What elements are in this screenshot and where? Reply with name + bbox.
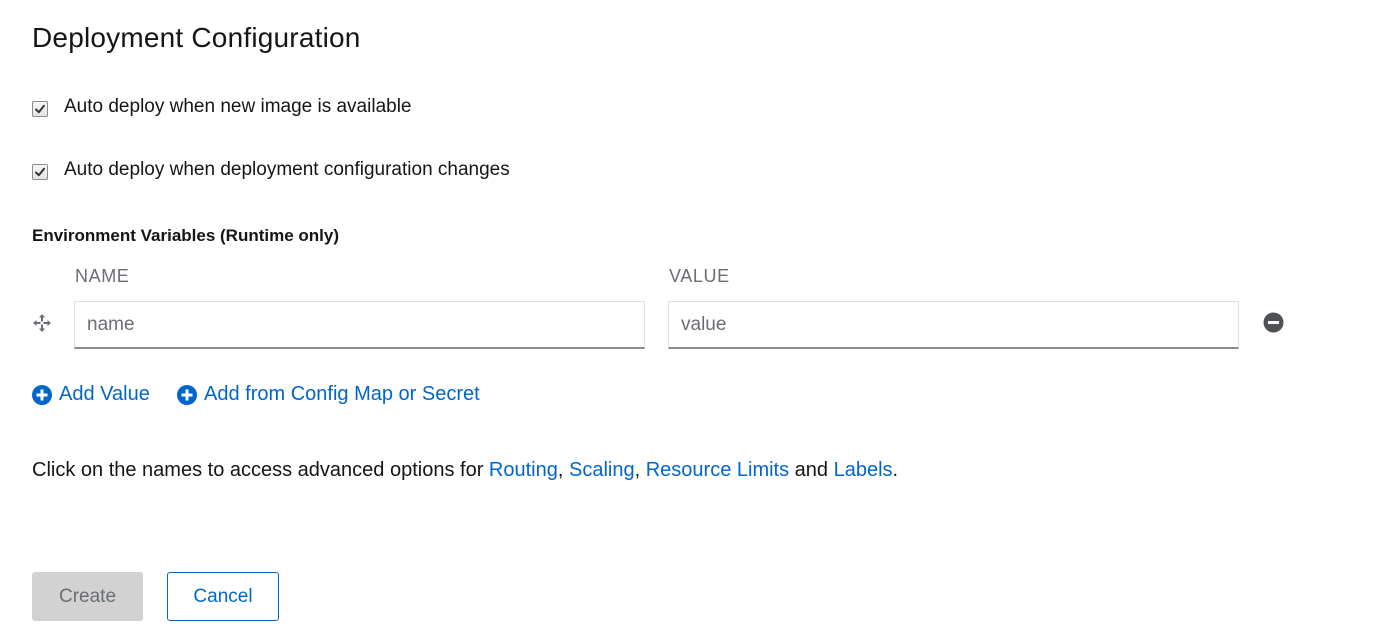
separator: , — [634, 459, 646, 481]
plus-circle-icon — [177, 384, 197, 405]
advanced-options-prefix: Click on the names to access advanced op… — [32, 459, 489, 481]
add-from-config-map-label: Add from Config Map or Secret — [204, 383, 480, 405]
deployment-configuration-panel: Deployment Configuration Auto deploy whe… — [0, 0, 1375, 628]
env-value-input[interactable] — [668, 301, 1239, 349]
auto-deploy-config-checkbox[interactable] — [32, 164, 48, 180]
auto-deploy-config-label: Auto deploy when deployment configuratio… — [64, 159, 510, 180]
drag-handle-icon[interactable] — [32, 313, 52, 333]
env-vars-heading: Environment Variables (Runtime only) — [32, 226, 340, 245]
add-value-label: Add Value — [59, 383, 150, 405]
checkmark-icon — [35, 104, 45, 114]
plus-circle-icon — [32, 384, 52, 405]
auto-deploy-image-checkbox-row[interactable]: Auto deploy when new image is available — [32, 96, 412, 118]
advanced-options-text: Click on the names to access advanced op… — [32, 459, 898, 482]
auto-deploy-image-checkbox[interactable] — [32, 101, 48, 117]
auto-deploy-config-checkbox-row[interactable]: Auto deploy when deployment configuratio… — [32, 159, 510, 181]
checkmark-icon — [35, 167, 45, 177]
env-name-column-header: NAME — [75, 266, 130, 286]
scaling-link[interactable]: Scaling — [569, 459, 635, 481]
add-value-button[interactable]: Add Value — [32, 383, 150, 406]
env-name-input[interactable] — [74, 301, 645, 349]
resource-limits-link[interactable]: Resource Limits — [646, 459, 789, 481]
create-button[interactable]: Create — [32, 572, 143, 621]
routing-link[interactable]: Routing — [489, 459, 558, 481]
separator: , — [557, 459, 569, 481]
cancel-button[interactable]: Cancel — [167, 572, 279, 621]
minus-circle-icon[interactable] — [1263, 312, 1284, 333]
page-title: Deployment Configuration — [32, 22, 361, 53]
and-text: and — [789, 459, 834, 481]
labels-link[interactable]: Labels — [834, 459, 893, 481]
env-value-column-header: VALUE — [669, 266, 730, 286]
period: . — [892, 459, 899, 481]
auto-deploy-image-label: Auto deploy when new image is available — [64, 96, 412, 117]
add-from-config-map-button[interactable]: Add from Config Map or Secret — [177, 383, 480, 406]
